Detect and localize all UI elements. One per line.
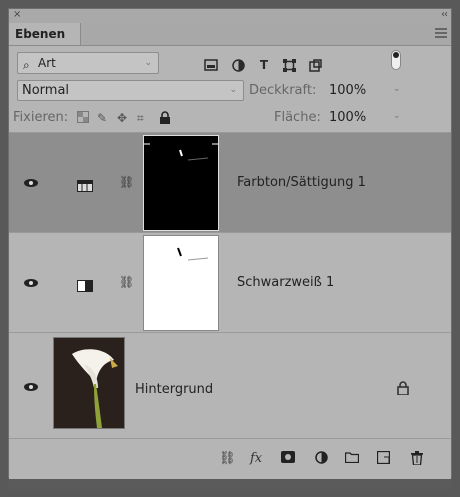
lock-label: Fixieren: bbox=[13, 110, 69, 125]
panel-tab-row: Ebenen bbox=[9, 23, 451, 46]
chevron-down-icon: ⌄ bbox=[144, 58, 152, 68]
visibility-eye-icon[interactable] bbox=[24, 279, 38, 287]
chevron-down-icon: ⌄ bbox=[229, 85, 237, 95]
tab-layers[interactable]: Ebenen bbox=[9, 23, 81, 45]
new-group-icon[interactable] bbox=[344, 451, 360, 467]
layer-row-hue-saturation[interactable]: ⛓ Farbton/Sättigung 1 bbox=[9, 133, 451, 233]
new-layer-icon[interactable] bbox=[376, 450, 391, 468]
layer-mask-thumbnail[interactable] bbox=[143, 135, 219, 231]
collapse-panel-icon[interactable]: ‹‹ bbox=[441, 9, 448, 20]
mask-link-icon[interactable]: ⛓ bbox=[119, 175, 134, 189]
visibility-eye-icon[interactable] bbox=[24, 179, 38, 187]
layer-lock-icon[interactable] bbox=[397, 381, 409, 398]
mask-link-icon[interactable]: ⛓ bbox=[119, 275, 134, 289]
lock-position-icon[interactable]: ✥ bbox=[117, 111, 127, 125]
visibility-eye-icon[interactable] bbox=[24, 383, 38, 391]
blend-row: Normal ⌄ Deckkraft: 100% ⌄ bbox=[9, 79, 451, 103]
opacity-value[interactable]: 100% bbox=[329, 83, 366, 98]
lock-pixels-icon[interactable]: ✎ bbox=[97, 111, 107, 125]
search-icon: ⌕ bbox=[23, 58, 30, 72]
link-layers-icon[interactable]: ⛓ bbox=[219, 451, 236, 466]
close-panel-icon[interactable]: × bbox=[13, 9, 21, 20]
layers-panel: × ‹‹ Ebenen ⌕ Art ⌄ T Normal ⌄ Deckkraft… bbox=[8, 8, 452, 479]
filter-toggle[interactable] bbox=[391, 50, 401, 70]
layer-name[interactable]: Hintergrund bbox=[135, 382, 213, 397]
lock-row: Fixieren: ✎ ✥ ⌗ Fläche: 100% ⌄ bbox=[9, 106, 451, 133]
layer-name[interactable]: Farbton/Sättigung 1 bbox=[237, 175, 366, 190]
filter-kind-select[interactable]: ⌕ Art ⌄ bbox=[17, 52, 159, 74]
lock-artboard-icon[interactable]: ⌗ bbox=[137, 111, 144, 126]
trash-icon[interactable] bbox=[411, 451, 423, 469]
shape-filter-icon[interactable] bbox=[282, 58, 296, 72]
layer-mask-thumbnail[interactable] bbox=[143, 235, 219, 331]
black-white-adjustment-icon[interactable] bbox=[77, 277, 93, 292]
fill-label: Fläche: bbox=[274, 110, 321, 125]
new-adjustment-icon[interactable] bbox=[315, 451, 328, 468]
layer-row-background[interactable]: Hintergrund bbox=[9, 333, 451, 439]
hue-saturation-adjustment-icon[interactable] bbox=[77, 177, 93, 192]
layer-thumbnail[interactable] bbox=[53, 337, 125, 429]
panel-topbar: × ‹‹ bbox=[9, 9, 451, 23]
lock-transparent-icon[interactable] bbox=[77, 111, 89, 126]
type-filter-icon[interactable]: T bbox=[257, 58, 271, 72]
add-mask-icon[interactable] bbox=[281, 451, 295, 467]
lock-all-icon[interactable] bbox=[159, 111, 171, 127]
filter-kind-label: Art bbox=[38, 56, 56, 70]
opacity-chevron-icon[interactable]: ⌄ bbox=[393, 84, 401, 94]
fx-icon[interactable]: fx bbox=[250, 451, 262, 466]
opacity-label: Deckkraft: bbox=[249, 83, 317, 98]
layer-name[interactable]: Schwarzweiß 1 bbox=[237, 275, 334, 290]
layer-row-black-white[interactable]: ⛓ Schwarzweiß 1 bbox=[9, 233, 451, 333]
blend-mode-value: Normal bbox=[22, 83, 70, 98]
fill-chevron-icon[interactable]: ⌄ bbox=[393, 111, 401, 121]
fill-value[interactable]: 100% bbox=[329, 110, 366, 125]
panel-footer: ⛓ fx bbox=[9, 439, 451, 479]
adjustment-filter-icon[interactable] bbox=[231, 58, 245, 72]
image-filter-icon[interactable] bbox=[204, 58, 218, 72]
blend-mode-select[interactable]: Normal ⌄ bbox=[17, 80, 244, 101]
smart-object-filter-icon[interactable] bbox=[308, 58, 322, 72]
filter-row: ⌕ Art ⌄ T bbox=[9, 46, 451, 78]
panel-menu-icon[interactable] bbox=[435, 28, 447, 38]
